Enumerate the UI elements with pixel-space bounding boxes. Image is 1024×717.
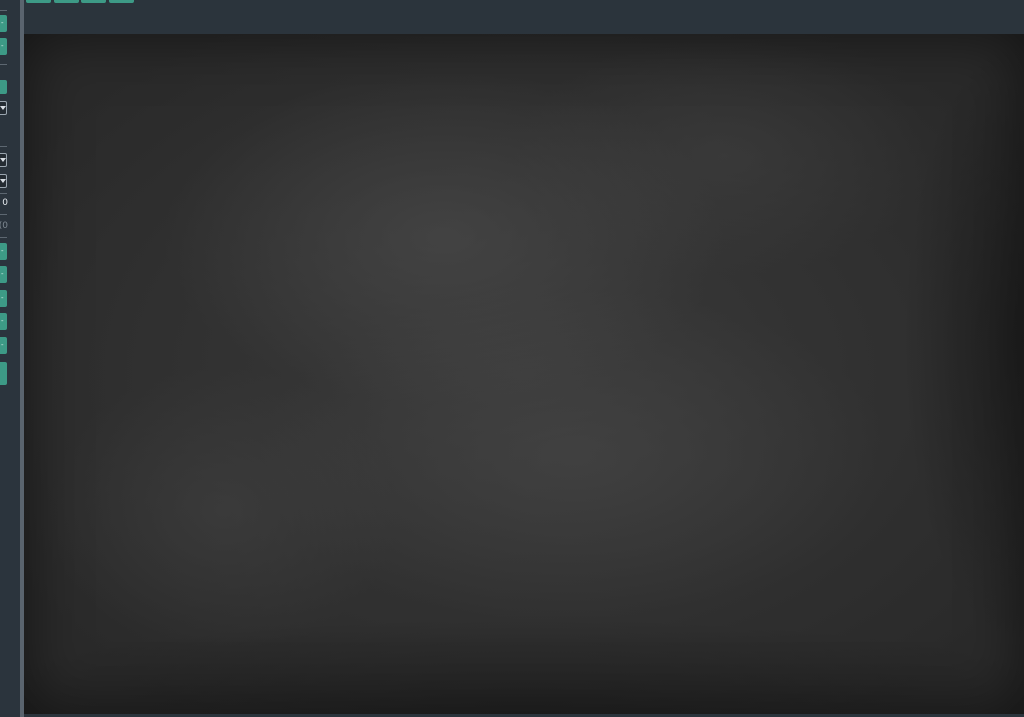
sidebar-divider-line — [0, 10, 7, 11]
sidebar-field-value-dim: 0) — [0, 221, 8, 231]
toolbar-button-2[interactable] — [54, 0, 79, 3]
toolbar-button-1[interactable] — [26, 0, 51, 3]
left-sidebar: - - 0 0) - - - - - — [0, 0, 20, 717]
chevron-down-icon — [0, 179, 6, 183]
button-glyph: - — [1, 293, 4, 302]
button-glyph: - — [1, 18, 4, 27]
sidebar-field-value[interactable]: 0 — [0, 198, 8, 208]
sidebar-button-5[interactable]: - — [0, 266, 7, 283]
sidebar-dropdown-1[interactable] — [0, 101, 7, 115]
sidebar-button-9[interactable] — [0, 362, 7, 385]
toolbar-button-3[interactable] — [81, 0, 106, 3]
sidebar-button-4[interactable]: - — [0, 243, 7, 260]
canvas-shading — [24, 34, 1024, 714]
sidebar-button-8[interactable]: - — [0, 337, 7, 354]
sidebar-divider-line — [0, 237, 7, 238]
sidebar-button-7[interactable]: - — [0, 313, 7, 330]
sidebar-divider-line — [0, 146, 7, 147]
sidebar-button-1[interactable]: - — [0, 15, 7, 32]
sidebar-dropdown-2[interactable] — [0, 153, 7, 167]
top-toolbar — [24, 0, 1024, 34]
sidebar-button-3[interactable] — [0, 80, 7, 94]
sidebar-dropdown-3[interactable] — [0, 174, 7, 188]
button-glyph: - — [1, 246, 4, 255]
chevron-down-icon — [0, 158, 6, 162]
sidebar-button-6[interactable]: - — [0, 290, 7, 307]
toolbar-button-4[interactable] — [109, 0, 134, 3]
main-canvas[interactable] — [24, 34, 1024, 714]
chevron-down-icon — [0, 106, 6, 110]
sidebar-divider-line — [0, 214, 7, 215]
button-glyph: - — [1, 316, 4, 325]
sidebar-divider-line — [0, 193, 7, 194]
app-window: - - 0 0) - - - - - — [0, 0, 1024, 717]
button-glyph: - — [1, 41, 4, 50]
sidebar-divider-line — [0, 64, 7, 65]
button-glyph: - — [1, 340, 4, 349]
sidebar-button-2[interactable]: - — [0, 38, 7, 55]
button-glyph: - — [1, 269, 4, 278]
